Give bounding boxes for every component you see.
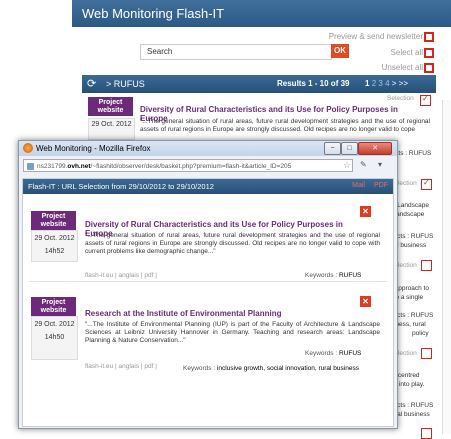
keywords-value: inclusive growth, social innovation, rur…	[216, 365, 359, 372]
window-titlebar: Web Monitoring - Mozilla Firefox − □ ✕	[19, 141, 397, 156]
item-meta: flash-it.eu | anglais | pdf |	[85, 272, 157, 279]
keywords-value: RUFUS	[338, 350, 362, 357]
window-title: Web Monitoring - Mozilla Firefox	[36, 144, 151, 153]
page-link[interactable]: 2	[372, 79, 376, 88]
search-placeholder: Search	[147, 47, 173, 56]
unselect-all-link[interactable]: Unselect all	[381, 63, 434, 73]
item-keywords: Keywords : RUFUS	[305, 272, 361, 279]
bookmark-star-icon[interactable]: ☆	[343, 160, 351, 171]
item-excerpt: "...The general situation of rural areas…	[85, 232, 380, 255]
page-link[interactable]: 4	[385, 79, 389, 88]
item-time: 14h52	[44, 248, 65, 255]
search-ok-button[interactable]: OK	[331, 44, 349, 58]
selection-header: Flash-IT : URL Selection from 29/10/2012…	[23, 179, 393, 194]
keywords-label: Keywords :	[305, 350, 338, 357]
copy-icon	[424, 48, 434, 58]
remove-item-icon[interactable]: ✕	[360, 206, 371, 217]
pagination: 1 2 3 4 > >>	[365, 79, 408, 88]
url-prefix: ns231799.	[37, 163, 68, 170]
select-all-link[interactable]: Select all	[390, 48, 434, 58]
item-date: 29 Oct. 2012	[91, 121, 132, 128]
page-last-link[interactable]: >>	[399, 79, 408, 88]
date-box: 29 Oct. 2012 14h52	[31, 230, 78, 262]
project-badge: Project website	[31, 297, 76, 316]
results-bar: ⟳ > RUFUS Results 1 - 10 of 39 1 2 3 4 >…	[82, 75, 436, 93]
firefox-popup-window: Web Monitoring - Mozilla Firefox − □ ✕ n…	[18, 140, 398, 429]
item-time: 14h50	[44, 334, 65, 341]
page-link[interactable]: 1	[365, 79, 369, 88]
keywords-label: Keywords :	[305, 272, 338, 279]
project-badge: Project website	[31, 211, 76, 230]
item-excerpt: "...The general situation of rural areas…	[140, 118, 430, 133]
site-identity-icon[interactable]	[27, 163, 34, 170]
maximize-button[interactable]: □	[341, 142, 358, 155]
dropdown-icon[interactable]: ▾	[378, 160, 382, 169]
item-title[interactable]: Research at the Institute of Environment…	[85, 309, 365, 318]
selection-checkbox[interactable]	[421, 260, 432, 271]
list-item: Project website 29 Oct. 2012 Diversity o…	[82, 94, 436, 142]
addon-icon[interactable]: ✎	[360, 160, 367, 169]
results-count: Results 1 - 10 of 39	[277, 79, 350, 88]
url-path: /~flashitd/observer/desk/basket.php?prem…	[90, 163, 292, 170]
keywords-label: Keywords :	[183, 365, 216, 372]
date-box: 29 Oct. 2012 14h50	[31, 316, 78, 360]
date-box: 29 Oct. 2012	[88, 118, 135, 140]
minimize-button[interactable]: −	[324, 142, 341, 155]
url-domain: ovh.net	[67, 163, 91, 170]
firefox-icon	[23, 143, 33, 153]
item-excerpt: "...The Institute of Environmental Plann…	[85, 321, 380, 344]
selection-checkbox[interactable]	[421, 178, 432, 190]
select-all-label: Select all	[390, 48, 423, 57]
refresh-icon[interactable]: ⟳	[87, 77, 96, 90]
app-header: Web Monitoring Flash-IT	[72, 0, 451, 27]
page-link[interactable]: 3	[378, 79, 382, 88]
close-button[interactable]: ✕	[358, 142, 392, 155]
url-bar: ns231799.ovh.net/~flashitd/observer/desk…	[23, 159, 393, 174]
remove-item-icon[interactable]: ✕	[360, 296, 371, 307]
page-next-link[interactable]: >	[392, 79, 397, 88]
section-breadcrumb[interactable]: > RUFUS	[106, 79, 145, 89]
project-badge: Project website	[88, 97, 133, 116]
selection-checkbox[interactable]	[421, 348, 432, 359]
item-extra-keywords: Keywords : inclusive growth, social inno…	[183, 365, 359, 372]
right-column-edge	[442, 100, 451, 434]
selection-label: Selection	[387, 95, 414, 102]
keywords-value: RUFUS	[338, 272, 362, 279]
item-keywords: Keywords : RUFUS	[305, 350, 361, 357]
selection-header-title: Flash-IT : URL Selection from 29/10/2012…	[28, 182, 214, 191]
url-input[interactable]: ns231799.ovh.net/~flashitd/observer/desk…	[23, 159, 353, 172]
item-date: 29 Oct. 2012	[34, 321, 75, 328]
divider	[29, 281, 387, 282]
selection-item: Project website 29 Oct. 2012 14h50 Resea…	[23, 283, 393, 423]
selection-checkbox[interactable]	[420, 94, 431, 106]
popup-content: Flash-IT : URL Selection from 29/10/2012…	[22, 178, 394, 427]
item-date: 29 Oct. 2012	[34, 235, 75, 242]
clear-icon	[424, 63, 434, 73]
unselect-all-label: Unselect all	[381, 63, 423, 72]
mail-link[interactable]: Mail	[352, 182, 365, 189]
preview-label: Preview & send newsletter	[328, 32, 423, 41]
pdf-link[interactable]: PDF	[374, 182, 388, 189]
text-fragment: policy	[412, 330, 429, 337]
app-title: Web Monitoring Flash-IT	[82, 6, 225, 21]
check-icon	[424, 32, 434, 42]
preview-newsletter-link[interactable]: Preview & send newsletter	[328, 32, 437, 42]
item-meta: flash-it.eu | anglais | pdf |	[85, 363, 157, 370]
